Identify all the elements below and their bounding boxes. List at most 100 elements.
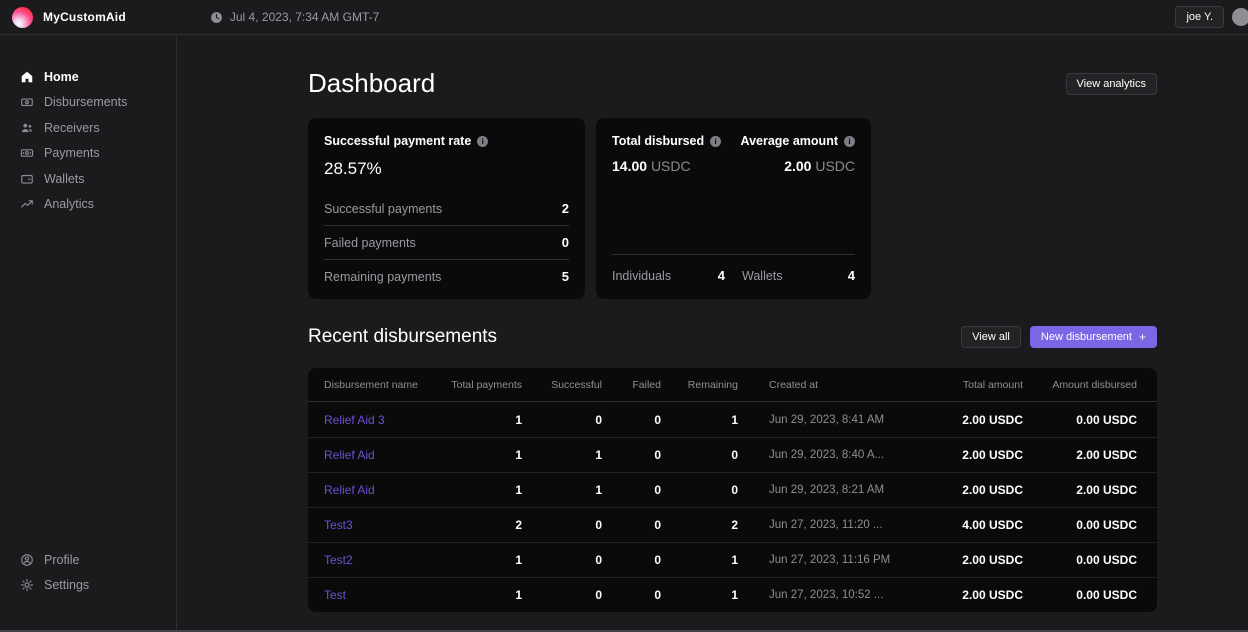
col-header-total-payments: Total payments: [418, 379, 522, 391]
sidebar: Home Disbursements Receivers Payments Wa…: [0, 35, 177, 632]
sidebar-item-label: Analytics: [44, 197, 94, 211]
sidebar-item-label: Receivers: [44, 121, 100, 135]
new-disbursement-button[interactable]: New disbursement +: [1030, 326, 1157, 348]
remaining-cell: 1: [661, 553, 738, 567]
total-payments-cell: 1: [418, 413, 522, 427]
disbursement-name-link[interactable]: Test: [324, 588, 346, 602]
sidebar-item-disbursements[interactable]: Disbursements: [0, 90, 176, 116]
remaining-cell: 1: [661, 588, 738, 602]
amount-disbursed-cell: 0.00 USDC: [1023, 518, 1137, 532]
clock-icon: [210, 11, 223, 24]
col-header-remaining: Remaining: [661, 379, 738, 391]
table-row: Relief Aid 3 1 0 0 1 Jun 29, 2023, 8:41 …: [308, 402, 1157, 437]
avatar[interactable]: [1232, 8, 1248, 26]
col-header-total-amount: Total amount: [938, 379, 1023, 391]
profile-icon: [20, 553, 34, 567]
sidebar-item-settings[interactable]: Settings: [0, 573, 176, 599]
user-menu-button[interactable]: joe Y.: [1175, 6, 1224, 28]
recent-disbursements-title: Recent disbursements: [308, 326, 497, 348]
failed-cell: 0: [602, 553, 661, 567]
top-bar: MyCustomAid Jul 4, 2023, 7:34 AM GMT-7 j…: [0, 0, 1248, 35]
successful-cell: 1: [522, 448, 602, 462]
individuals-stat: Individuals 4: [612, 268, 725, 283]
sidebar-item-wallets[interactable]: Wallets: [0, 166, 176, 192]
created-at-cell: Jun 29, 2023, 8:21 AM: [738, 484, 938, 496]
total-payments-cell: 2: [418, 518, 522, 532]
successful-cell: 0: [522, 588, 602, 602]
created-at-cell: Jun 29, 2023, 8:41 AM: [738, 414, 938, 426]
amount-disbursed-cell: 0.00 USDC: [1023, 413, 1137, 427]
disbursement-name-link[interactable]: Relief Aid: [324, 483, 375, 497]
total-amount-cell: 2.00 USDC: [938, 553, 1023, 567]
table-header-row: Disbursement name Total payments Success…: [308, 368, 1157, 402]
total-payments-cell: 1: [418, 448, 522, 462]
sidebar-item-analytics[interactable]: Analytics: [0, 192, 176, 218]
datetime-label: Jul 4, 2023, 7:34 AM GMT-7: [230, 10, 379, 24]
table-row: Relief Aid 1 1 0 0 Jun 29, 2023, 8:21 AM…: [308, 472, 1157, 507]
info-icon[interactable]: i: [477, 136, 488, 147]
analytics-icon: [20, 197, 34, 211]
failed-cell: 0: [602, 413, 661, 427]
stat-value: 0: [562, 235, 569, 250]
disbursement-icon: [20, 95, 34, 109]
table-row: Test3 2 0 0 2 Jun 27, 2023, 11:20 ... 4.…: [308, 507, 1157, 542]
home-icon: [20, 70, 34, 84]
amount-disbursed-cell: 0.00 USDC: [1023, 588, 1137, 602]
total-disbursed-card: Total disbursed i 14.00 USDC Average amo…: [596, 118, 871, 299]
stat-value: 2: [562, 201, 569, 216]
sidebar-footer: Profile Settings: [0, 547, 176, 598]
created-at-cell: Jun 27, 2023, 10:52 ...: [738, 589, 938, 601]
failed-cell: 0: [602, 483, 661, 497]
topbar-right-group: joe Y.: [1175, 6, 1236, 28]
total-amount-cell: 2.00 USDC: [938, 448, 1023, 462]
plus-icon: +: [1139, 331, 1146, 343]
main-area: Dashboard View analytics Successful paym…: [178, 35, 1248, 632]
stat-label: Individuals: [612, 269, 671, 283]
stat-row-remaining: Remaining payments 5: [324, 259, 569, 293]
col-header-name: Disbursement name: [308, 379, 418, 391]
stat-label: Successful payments: [324, 202, 442, 216]
total-amount-cell: 2.00 USDC: [938, 588, 1023, 602]
sidebar-item-label: Settings: [44, 578, 89, 592]
disbursement-name-link[interactable]: Test2: [324, 553, 353, 567]
disbursement-name-link[interactable]: Test3: [324, 518, 353, 532]
amount-disbursed-cell: 0.00 USDC: [1023, 553, 1137, 567]
sidebar-item-payments[interactable]: Payments: [0, 141, 176, 167]
session-datetime: Jul 4, 2023, 7:34 AM GMT-7: [210, 10, 379, 24]
total-disbursed-unit: USDC: [651, 158, 691, 174]
col-header-failed: Failed: [602, 379, 661, 391]
stat-row-successful: Successful payments 2: [324, 192, 569, 225]
disbursement-name-link[interactable]: Relief Aid: [324, 448, 375, 462]
disbursed-card-footer: Individuals 4 Wallets 4: [612, 254, 855, 283]
table-row: Test 1 0 0 1 Jun 27, 2023, 10:52 ... 2.0…: [308, 577, 1157, 612]
amount-disbursed-cell: 2.00 USDC: [1023, 483, 1137, 497]
total-payments-cell: 1: [418, 588, 522, 602]
remaining-cell: 0: [661, 483, 738, 497]
wallets-stat: Wallets 4: [742, 268, 855, 283]
sidebar-item-home[interactable]: Home: [0, 64, 176, 90]
stat-label: Wallets: [742, 269, 783, 283]
payments-icon: [20, 146, 34, 160]
view-all-button[interactable]: View all: [961, 326, 1021, 348]
col-header-amount-disbursed: Amount disbursed: [1023, 379, 1137, 391]
total-amount-cell: 4.00 USDC: [938, 518, 1023, 532]
stat-row-failed: Failed payments 0: [324, 225, 569, 259]
info-icon[interactable]: i: [710, 136, 721, 147]
remaining-cell: 1: [661, 413, 738, 427]
sidebar-item-receivers[interactable]: Receivers: [0, 115, 176, 141]
total-disbursed-title: Total disbursed: [612, 134, 704, 148]
stat-label: Remaining payments: [324, 270, 441, 284]
average-amount-value: 2.00: [784, 158, 811, 174]
wallet-icon: [20, 172, 34, 186]
stat-value: 4: [718, 268, 725, 283]
failed-cell: 0: [602, 448, 661, 462]
payment-rate-title: Successful payment rate: [324, 134, 471, 148]
amount-disbursed-cell: 2.00 USDC: [1023, 448, 1137, 462]
view-analytics-button[interactable]: View analytics: [1066, 73, 1158, 95]
payment-rate-card: Successful payment rate i 28.57% Success…: [308, 118, 585, 299]
info-icon[interactable]: i: [844, 136, 855, 147]
sidebar-item-label: Wallets: [44, 172, 85, 186]
successful-cell: 0: [522, 518, 602, 532]
sidebar-item-profile[interactable]: Profile: [0, 547, 176, 573]
disbursement-name-link[interactable]: Relief Aid 3: [324, 413, 385, 427]
